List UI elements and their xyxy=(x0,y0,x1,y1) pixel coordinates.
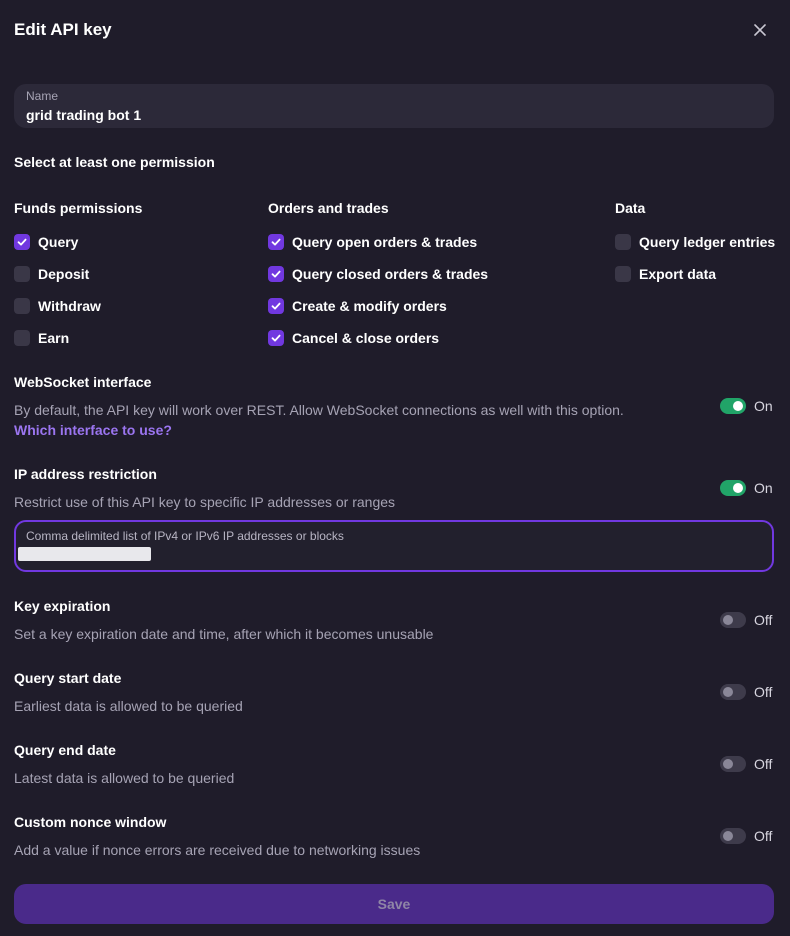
checkbox[interactable] xyxy=(615,266,631,282)
key-expiration-description: Set a key expiration date and time, afte… xyxy=(14,626,434,642)
save-button[interactable]: Save xyxy=(14,884,774,924)
ip-restriction-toggle[interactable]: On xyxy=(720,478,773,498)
toggle-switch[interactable] xyxy=(720,756,746,772)
toggle-knob xyxy=(723,831,733,841)
checkbox[interactable] xyxy=(14,330,30,346)
name-field-label: Name xyxy=(26,89,59,103)
query-start-description: Earliest data is allowed to be queried xyxy=(14,698,243,714)
toggle-switch[interactable] xyxy=(720,828,746,844)
checkbox[interactable] xyxy=(14,234,30,250)
ip-address-input[interactable] xyxy=(26,547,756,563)
checkbox-label: Query open orders & trades xyxy=(292,234,478,250)
ip-restriction-title: IP address restriction xyxy=(14,466,157,482)
toggle-state-label: Off xyxy=(754,828,773,844)
query-start-title: Query start date xyxy=(14,670,122,686)
toggle-knob xyxy=(723,759,733,769)
permission-export-data[interactable]: Export data xyxy=(615,264,716,284)
toggle-state-label: Off xyxy=(754,612,773,628)
permission-withdraw[interactable]: Withdraw xyxy=(14,296,101,316)
checkbox[interactable] xyxy=(14,298,30,314)
name-input[interactable] xyxy=(26,106,746,124)
close-button[interactable] xyxy=(748,18,772,42)
checkbox-label: Export data xyxy=(639,266,717,282)
permission-create-modify-orders[interactable]: Create & modify orders xyxy=(268,296,447,316)
toggle-switch[interactable] xyxy=(720,480,746,496)
toggle-switch[interactable] xyxy=(720,398,746,414)
toggle-knob xyxy=(733,483,743,493)
permission-query-ledger[interactable]: Query ledger entries xyxy=(615,232,775,252)
toggle-state-label: On xyxy=(754,480,773,496)
toggle-knob xyxy=(723,687,733,697)
checkbox[interactable] xyxy=(615,234,631,250)
data-heading: Data xyxy=(615,200,646,216)
checkbox-label: Query closed orders & trades xyxy=(292,266,489,282)
checkbox-label: Deposit xyxy=(38,266,90,282)
close-icon xyxy=(754,24,766,36)
nonce-window-toggle[interactable]: Off xyxy=(720,826,772,846)
query-end-title: Query end date xyxy=(14,742,116,758)
key-expiration-toggle[interactable]: Off xyxy=(720,610,772,630)
toggle-state-label: Off xyxy=(754,756,773,772)
checkbox-label: Earn xyxy=(38,330,70,346)
permission-deposit[interactable]: Deposit xyxy=(14,264,89,284)
ip-address-field[interactable]: Comma delimited list of IPv4 or IPv6 IP … xyxy=(14,520,774,572)
permission-query-closed-orders[interactable]: Query closed orders & trades xyxy=(268,264,488,284)
permissions-heading: Select at least one permission xyxy=(14,154,215,170)
toggle-knob xyxy=(733,401,743,411)
toggle-state-label: Off xyxy=(754,684,773,700)
checkbox[interactable] xyxy=(268,266,284,282)
ip-field-label: Comma delimited list of IPv4 or IPv6 IP … xyxy=(26,529,344,543)
checkbox-label: Withdraw xyxy=(38,298,101,314)
checkbox-label: Query ledger entries xyxy=(639,234,776,250)
websocket-title: WebSocket interface xyxy=(14,374,152,390)
toggle-state-label: On xyxy=(754,398,773,414)
checkbox[interactable] xyxy=(268,234,284,250)
funds-permissions-heading: Funds permissions xyxy=(14,200,143,216)
checkbox-label: Create & modify orders xyxy=(292,298,447,314)
query-end-toggle[interactable]: Off xyxy=(720,754,772,774)
ip-restriction-description: Restrict use of this API key to specific… xyxy=(14,494,396,510)
key-expiration-title: Key expiration xyxy=(14,598,111,614)
check-icon xyxy=(271,302,281,310)
nonce-window-title: Custom nonce window xyxy=(14,814,167,830)
permission-cancel-close-orders[interactable]: Cancel & close orders xyxy=(268,328,439,348)
checkbox-label: Query xyxy=(38,234,79,250)
nonce-window-description: Add a value if nonce errors are received… xyxy=(14,842,421,858)
check-icon xyxy=(17,238,27,246)
orders-trades-heading: Orders and trades xyxy=(268,200,389,216)
check-icon xyxy=(271,238,281,246)
toggle-knob xyxy=(723,615,733,625)
page-title: Edit API key xyxy=(14,20,112,39)
toggle-switch[interactable] xyxy=(720,684,746,700)
websocket-description: By default, the API key will work over R… xyxy=(14,402,624,418)
checkbox-label: Cancel & close orders xyxy=(292,330,440,346)
permission-earn[interactable]: Earn xyxy=(14,328,69,348)
checkbox[interactable] xyxy=(14,266,30,282)
name-field[interactable]: Name xyxy=(14,84,774,128)
checkbox[interactable] xyxy=(268,330,284,346)
query-start-toggle[interactable]: Off xyxy=(720,682,772,702)
websocket-toggle[interactable]: On xyxy=(720,396,773,416)
interface-help-link[interactable]: Which interface to use? xyxy=(14,422,172,438)
permission-query-open-orders[interactable]: Query open orders & trades xyxy=(268,232,477,252)
check-icon xyxy=(271,334,281,342)
toggle-switch[interactable] xyxy=(720,612,746,628)
check-icon xyxy=(271,270,281,278)
permission-query[interactable]: Query xyxy=(14,232,78,252)
checkbox[interactable] xyxy=(268,298,284,314)
query-end-description: Latest data is allowed to be queried xyxy=(14,770,235,786)
